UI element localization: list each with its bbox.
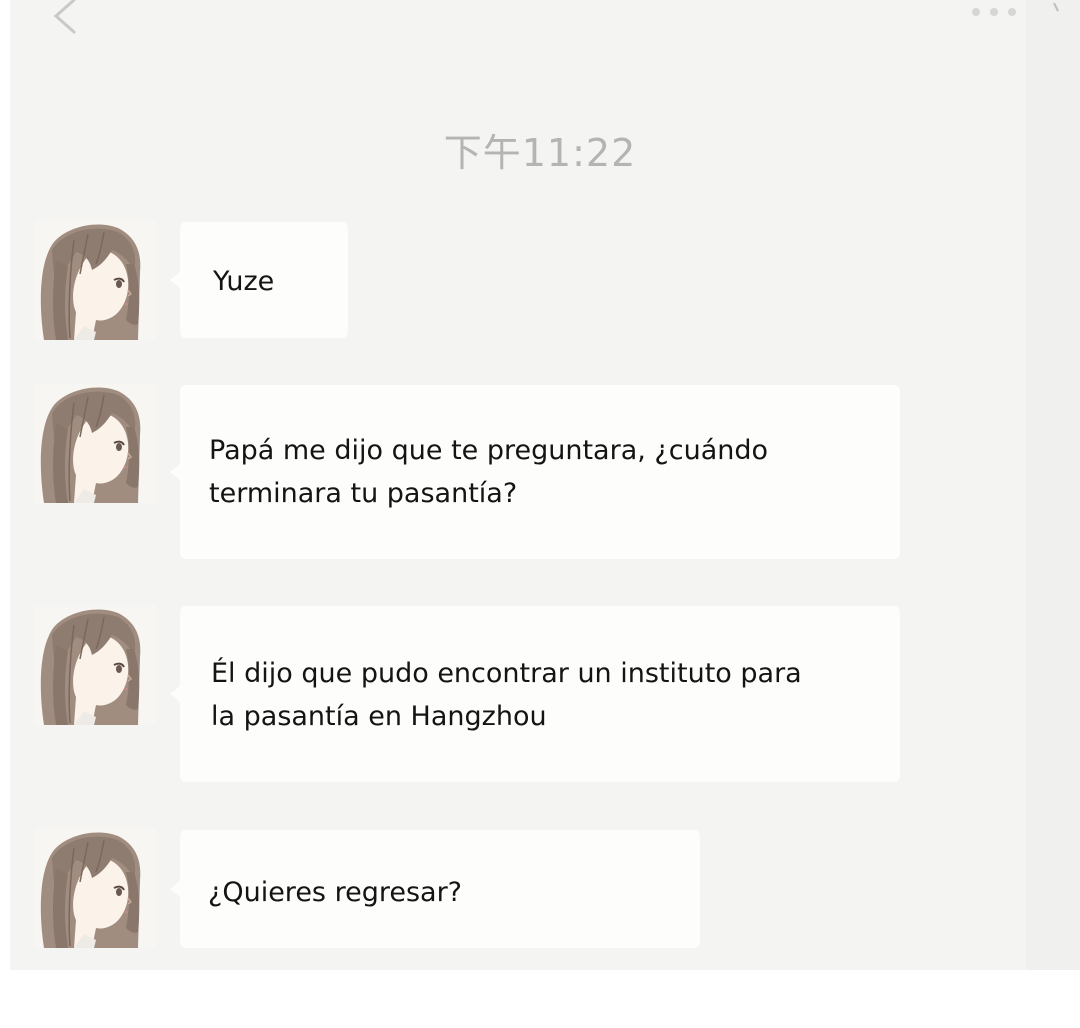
message-text: Papá me dijo que te preguntara, ¿cuándo … bbox=[209, 435, 769, 509]
message-text: Yuze bbox=[213, 266, 275, 297]
sender-avatar[interactable] bbox=[34, 828, 156, 948]
more-button[interactable] bbox=[966, 4, 1026, 20]
more-dots-icon bbox=[972, 8, 1016, 16]
chevron-left-icon bbox=[53, 0, 76, 34]
sender-avatar[interactable] bbox=[34, 605, 156, 725]
message-text: Él dijo que pudo encontrar un instituto … bbox=[211, 658, 802, 732]
avatar-icon bbox=[34, 605, 156, 725]
message-timestamp: 下午11:22 bbox=[443, 131, 637, 175]
corner-mark-icon bbox=[1052, 0, 1064, 12]
message-text: ¿Quieres regresar? bbox=[208, 877, 462, 908]
sender-avatar[interactable] bbox=[34, 383, 156, 503]
message-bubble[interactable]: Yuze bbox=[170, 222, 348, 338]
message-bubble[interactable]: Él dijo que pudo encontrar un instituto … bbox=[170, 606, 900, 782]
sender-avatar[interactable] bbox=[34, 220, 156, 340]
chat-screen: 下午11:22 Yuze Papá me dijo que te pregunt… bbox=[0, 0, 1080, 1028]
avatar-icon bbox=[34, 220, 156, 340]
message-bubble[interactable]: Papá me dijo que te preguntara, ¿cuándo … bbox=[170, 385, 900, 559]
avatar-icon bbox=[34, 828, 156, 948]
avatar-icon bbox=[34, 383, 156, 503]
back-button[interactable] bbox=[44, 0, 84, 38]
message-bubble[interactable]: ¿Quieres regresar? bbox=[170, 830, 700, 948]
